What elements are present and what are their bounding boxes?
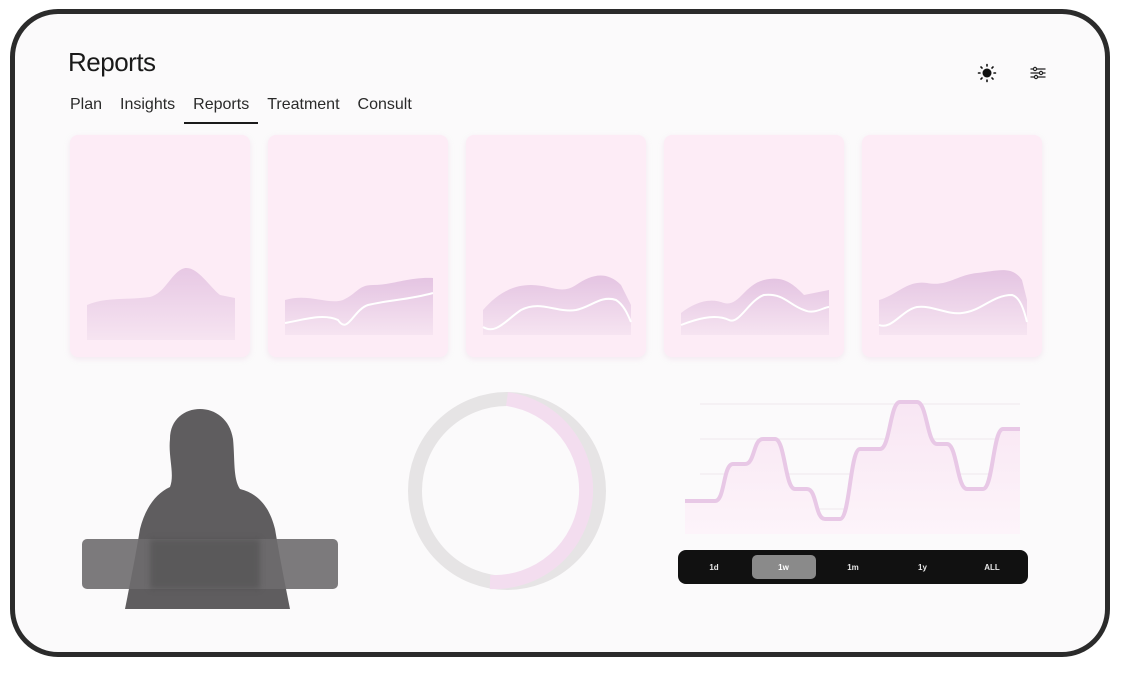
device-frame: Reports Plan Insights Reports Treatment … xyxy=(10,9,1110,657)
report-card[interactable] xyxy=(70,135,250,357)
report-card[interactable] xyxy=(466,135,646,357)
area-sparkline xyxy=(879,270,1027,335)
range-option-1y[interactable]: 1y xyxy=(891,555,955,579)
report-card[interactable] xyxy=(268,135,448,357)
tab-consult[interactable]: Consult xyxy=(349,96,421,124)
range-option-1d[interactable]: 1d xyxy=(682,555,746,579)
report-cards xyxy=(70,135,1042,357)
area-sparkline xyxy=(681,278,829,335)
range-option-all[interactable]: ALL xyxy=(960,555,1024,579)
sun-icon[interactable] xyxy=(977,63,997,83)
range-option-1w[interactable]: 1w xyxy=(751,555,816,579)
body-silhouette xyxy=(75,409,345,614)
tab-insights[interactable]: Insights xyxy=(111,96,184,124)
tab-treatment[interactable]: Treatment xyxy=(258,96,348,124)
trend-step-chart xyxy=(685,394,1025,549)
area-sparkline xyxy=(87,267,235,340)
tab-bar: Plan Insights Reports Treatment Consult xyxy=(70,96,421,124)
tab-reports[interactable]: Reports xyxy=(184,96,259,124)
report-card[interactable] xyxy=(664,135,844,357)
filter-icon[interactable] xyxy=(1028,63,1048,83)
area-sparkline xyxy=(285,277,433,335)
tab-plan[interactable]: Plan xyxy=(70,96,111,124)
report-card[interactable] xyxy=(862,135,1042,357)
time-range-selector: 1d 1w 1m 1y ALL xyxy=(678,550,1028,584)
area-sparkline xyxy=(483,275,631,335)
progress-ring xyxy=(405,389,615,604)
range-option-1m[interactable]: 1m xyxy=(821,555,885,579)
page-title: Reports xyxy=(68,47,156,77)
